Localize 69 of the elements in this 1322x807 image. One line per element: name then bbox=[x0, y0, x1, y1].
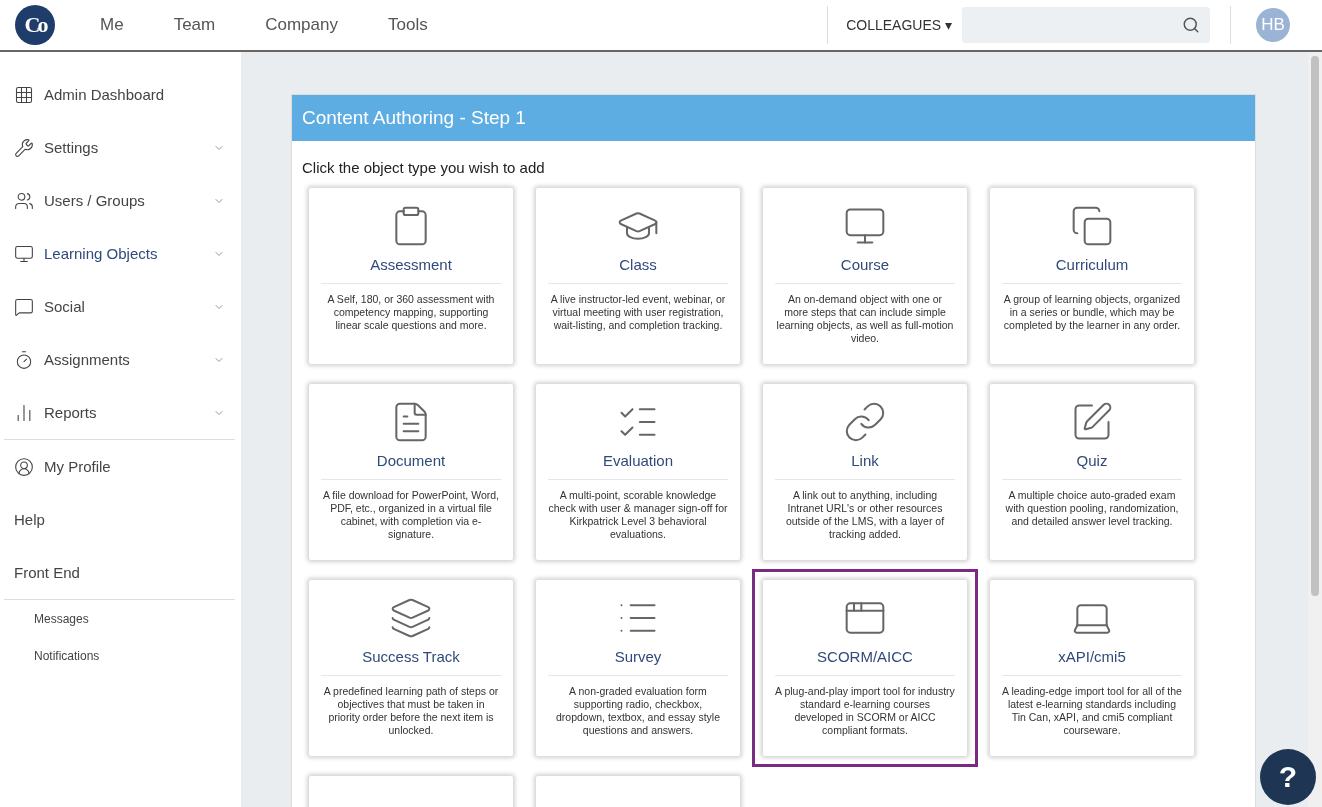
object-card[interactable]: Class A live instructor-led event, webinar, or virtual meeting with user registration, wait-listing, and completion tracking. bbox=[536, 188, 740, 364]
card-title: Survey bbox=[548, 648, 728, 676]
person-icon bbox=[14, 456, 34, 477]
card-description: A multiple choice auto-graded exam with question pooling, randomization, and detailed answer level tracking. bbox=[1004, 489, 1180, 528]
sidebar-item[interactable]: Assignments bbox=[4, 333, 235, 386]
sidebar-item[interactable]: Messages bbox=[4, 600, 235, 637]
card-description: A plug-and-play import tool for industry standard e-learning courses developed in SCORM or AICC compliant formats. bbox=[775, 685, 955, 737]
object-card[interactable]: Curriculum A group of learning objects, organized in a series or bundle, which may be completed by the learner in any order. bbox=[990, 188, 1194, 364]
card-title: xAPI/cmi5 bbox=[1002, 648, 1182, 676]
card-description: A non-graded evaluation form supporting radio, checkbox, dropdown, textbox, and essay style questions and answers. bbox=[555, 685, 721, 737]
card-description: A link out to anything, including Intranet URL's or other resources outside of the LMS, with a layer of tracking added. bbox=[784, 489, 946, 541]
sidebar-item[interactable]: Social bbox=[4, 280, 235, 333]
link-icon bbox=[843, 400, 887, 444]
scrollbar[interactable] bbox=[1308, 52, 1322, 807]
card-description: A leading-edge import tool for all of the latest e-learning standards including Tin Can, xAPI, and cmi5 compliant courseware. bbox=[1002, 685, 1182, 737]
object-card[interactable]: Link A link out to anything, including Intranet URL's or other resources outside of the LMS, with a layer of tracking added. bbox=[763, 384, 967, 560]
card-title: Course bbox=[775, 256, 955, 284]
panel-title: Content Authoring - Step 1 bbox=[292, 95, 1255, 141]
card-title: Success Track bbox=[321, 648, 501, 676]
nav-link[interactable]: Team bbox=[173, 15, 216, 35]
object-card[interactable]: Document A file download for PowerPoint, Word, PDF, etc., organized in a virtual file cabinet, with completion via e-signature. bbox=[309, 384, 513, 560]
sidebar-item[interactable]: Settings bbox=[4, 121, 235, 174]
layers-icon bbox=[389, 596, 433, 640]
object-card[interactable]: SCORM/AICC A plug-and-play import tool for industry standard e-learning courses developed in SCORM or AICC compliant formats. bbox=[763, 580, 967, 756]
stopwatch-icon bbox=[14, 349, 34, 370]
card-title: Curriculum bbox=[1002, 256, 1182, 284]
object-card[interactable]: Evaluation A multi-point, scorable knowledge check with user & manager sign-off for Kirkpatrick Level 3 behavioral evaluations. bbox=[536, 384, 740, 560]
sidebar-item[interactable]: Help bbox=[4, 493, 235, 546]
object-card[interactable]: Assessment A Self, 180, or 360 assessment with competency mapping, supporting linear scale questions and more. bbox=[309, 188, 513, 364]
help-button[interactable]: ? bbox=[1260, 749, 1316, 805]
nav-link[interactable]: Tools bbox=[387, 15, 428, 35]
card-description: A file download for PowerPoint, Word, PDF, etc., organized in a virtual file cabinet, with completion via e-signature. bbox=[321, 489, 501, 541]
card-description: A group of learning objects, organized in a series or bundle, which may be completed by the learner in any order. bbox=[1002, 293, 1182, 332]
card-description: A multi-point, scorable knowledge check with user & manager sign-off for Kirkpatrick Level 3 behavioral evaluations. bbox=[548, 489, 728, 541]
sidebar-item[interactable]: Notifications bbox=[4, 637, 235, 674]
sidebar-item[interactable]: Reports bbox=[4, 386, 235, 439]
sidebar-item[interactable]: Users / Groups bbox=[4, 174, 235, 227]
object-card[interactable]: xAPI/cmi5 A leading-edge import tool for all of the latest e-learning standards including Tin Can, xAPI, and cmi5 compliant courseware. bbox=[990, 580, 1194, 756]
object-card[interactable]: Course An on-demand object with one or more steps that can include simple learning objects, as well as full-motion video. bbox=[763, 188, 967, 364]
users-icon bbox=[14, 190, 34, 211]
search-field[interactable] bbox=[962, 7, 1210, 43]
grid-icon bbox=[14, 84, 34, 105]
sidebar-item[interactable]: Learning Objects bbox=[4, 227, 235, 280]
instruction-text: Click the object type you wish to add bbox=[302, 159, 546, 176]
search-icon[interactable] bbox=[1182, 16, 1200, 34]
object-card[interactable]: Survey A non-graded evaluation form supporting radio, checkbox, dropdown, textbox, and essay style questions and answers. bbox=[536, 580, 740, 756]
card-description: A live instructor-led event, webinar, or virtual meeting with user registration, wait-listing, and completion tracking. bbox=[549, 293, 727, 332]
monitor-icon bbox=[14, 243, 34, 264]
sidebar-item[interactable]: My Profile bbox=[4, 440, 235, 493]
card-title: Link bbox=[775, 452, 955, 480]
object-card[interactable]: Success Track A predefined learning path of steps or objectives that must be taken in priority order before the next item is unlocked. bbox=[309, 580, 513, 756]
nav-link[interactable]: Company bbox=[265, 15, 338, 35]
card-description: A Self, 180, or 360 assessment with competency mapping, supporting linear scale questions and more. bbox=[326, 293, 496, 332]
object-card[interactable]: Quiz A multiple choice auto-graded exam with question pooling, randomization, and detailed answer level tracking. bbox=[990, 384, 1194, 560]
card-title: Quiz bbox=[1002, 452, 1182, 480]
sidebar-item[interactable]: Front End bbox=[4, 546, 235, 599]
sidebar-item[interactable]: Admin Dashboard bbox=[4, 68, 235, 121]
nav-link[interactable]: Me bbox=[100, 15, 124, 35]
colleagues-dropdown[interactable]: COLLEAGUES ▾ bbox=[846, 17, 952, 33]
card-description: An on-demand object with one or more steps that can include simple learning objects, as well as full-motion video. bbox=[775, 293, 955, 345]
stacked-cards-icon bbox=[1070, 204, 1114, 248]
card-title: Class bbox=[548, 256, 728, 284]
speech-bubble-icon bbox=[14, 296, 34, 317]
card-title: Evaluation bbox=[548, 452, 728, 480]
card-title: SCORM/AICC bbox=[775, 648, 955, 676]
card-title: Assessment bbox=[321, 256, 501, 284]
card-description: A predefined learning path of steps or objectives that must be taken in priority order before the next item is unlocked. bbox=[322, 685, 500, 737]
card-title: Document bbox=[321, 452, 501, 480]
logo[interactable]: Co bbox=[15, 5, 55, 45]
